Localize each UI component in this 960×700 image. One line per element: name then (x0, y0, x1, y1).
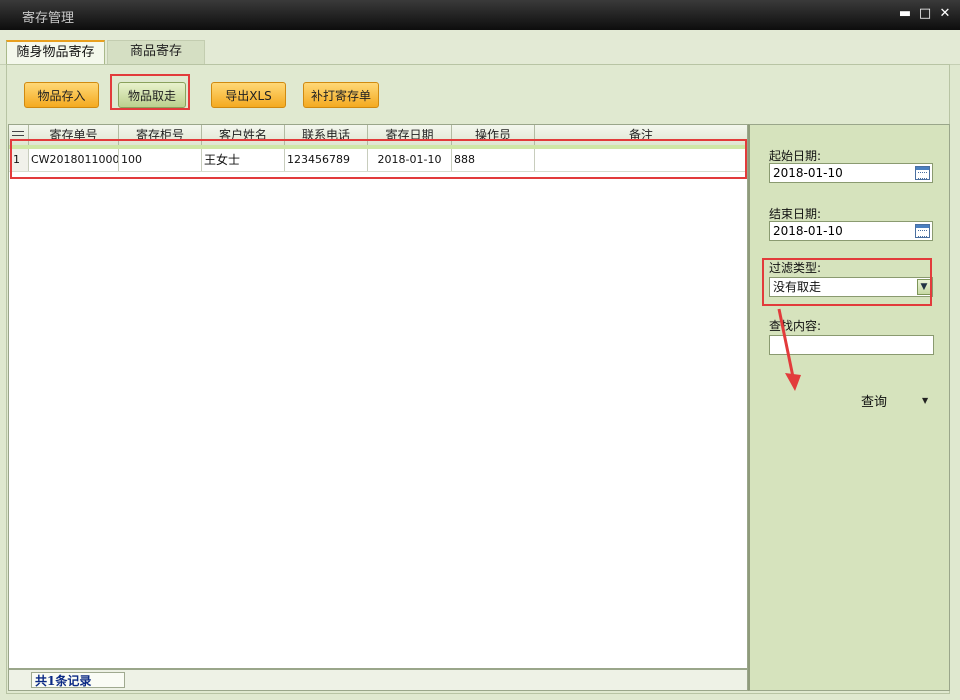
table-row[interactable]: 1 CW201801100001 100 王女士 123456789 2018-… (9, 149, 747, 172)
cell-phone: 123456789 (285, 149, 368, 171)
col-header-store-date[interactable]: 寄存日期 (368, 125, 452, 145)
search-input[interactable] (769, 335, 934, 355)
tab-personal-storage[interactable]: 随身物品寄存 (6, 40, 105, 64)
maximize-icon[interactable]: □ (916, 5, 934, 23)
minimize-icon[interactable]: ▬ (896, 5, 914, 23)
grid-menu-icon[interactable] (9, 125, 29, 145)
cell-customer-name: 王女士 (202, 149, 285, 171)
reprint-slip-button[interactable]: 补打寄存单 (303, 82, 379, 108)
title-bar: 寄存管理 ▬ □ ✕ (0, 0, 960, 30)
take-item-button[interactable]: 物品取走 (118, 82, 186, 108)
cell-operator: 888 (452, 149, 535, 171)
start-date-label: 起始日期: (769, 149, 822, 163)
query-button[interactable]: 查询 (812, 390, 936, 410)
cell-slip-no: CW201801100001 (29, 149, 119, 171)
calendar-icon[interactable] (915, 166, 930, 180)
record-count: 共1条记录 (31, 672, 125, 688)
storage-grid: 寄存单号 寄存柜号 客户姓名 联系电话 寄存日期 操作员 备注 1 CW2018… (8, 124, 748, 669)
col-header-operator[interactable]: 操作员 (452, 125, 535, 145)
start-date-input[interactable] (769, 163, 933, 183)
col-header-locker-no[interactable]: 寄存柜号 (119, 125, 202, 145)
grid-footer: 共1条记录 (8, 669, 748, 691)
tab-bar: 随身物品寄存 商品寄存 (0, 30, 960, 65)
col-header-remark[interactable]: 备注 (535, 125, 747, 145)
close-icon[interactable]: ✕ (936, 5, 954, 23)
filter-type-select[interactable]: 没有取走 ▼ (769, 277, 933, 297)
row-number: 1 (9, 149, 29, 171)
col-header-customer-name[interactable]: 客户姓名 (202, 125, 285, 145)
grid-header: 寄存单号 寄存柜号 客户姓名 联系电话 寄存日期 操作员 备注 (9, 125, 747, 146)
col-header-phone[interactable]: 联系电话 (285, 125, 368, 145)
store-item-button[interactable]: 物品存入 (24, 82, 99, 108)
cell-store-date: 2018-01-10 (368, 149, 452, 171)
search-label: 查找内容: (769, 319, 822, 333)
end-date-input[interactable] (769, 221, 933, 241)
query-dropdown-icon[interactable]: ▼ (922, 396, 928, 405)
filter-type-label: 过滤类型: (769, 261, 822, 275)
filter-type-value: 没有取走 (773, 280, 822, 294)
calendar-icon[interactable] (915, 224, 930, 238)
cell-locker-no: 100 (119, 149, 202, 171)
dropdown-arrow-icon[interactable]: ▼ (917, 279, 931, 295)
window-title: 寄存管理 (22, 11, 75, 26)
cell-remark (535, 149, 747, 171)
export-xls-button[interactable]: 导出XLS (211, 82, 286, 108)
end-date-label: 结束日期: (769, 207, 822, 221)
col-header-slip-no[interactable]: 寄存单号 (29, 125, 119, 145)
tab-goods-storage[interactable]: 商品寄存 (107, 40, 205, 64)
